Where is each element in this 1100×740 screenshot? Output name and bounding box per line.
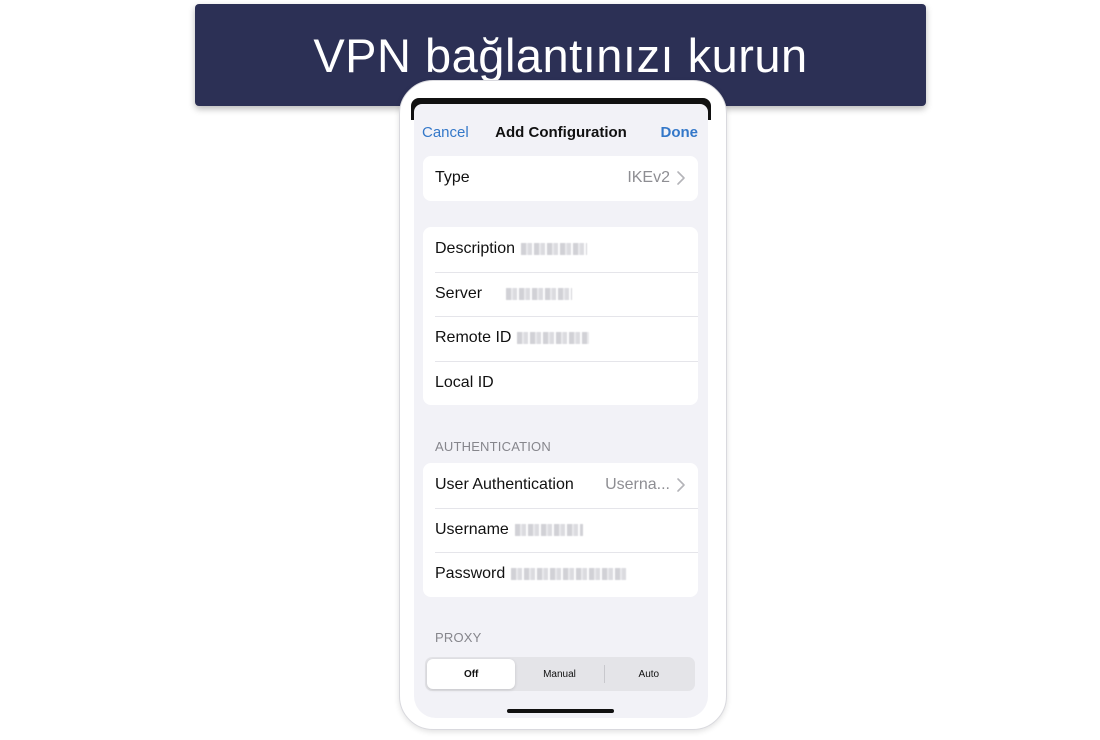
password-row[interactable]: Password <box>423 552 698 597</box>
redacted-value <box>514 523 583 536</box>
authentication-card: User Authentication Userna... Username P… <box>423 463 698 597</box>
server-row[interactable]: Server <box>423 271 698 317</box>
user-authentication-value: Userna... <box>605 476 670 494</box>
type-row[interactable]: Type IKEv2 <box>423 156 698 201</box>
server-label: Server <box>435 284 483 302</box>
username-row[interactable]: Username <box>423 507 698 553</box>
username-label: Username <box>435 520 509 538</box>
redacted-value <box>517 332 590 345</box>
chevron-right-icon <box>677 171 685 185</box>
description-label: Description <box>435 240 516 258</box>
proxy-option-auto[interactable]: Auto <box>605 659 693 689</box>
remote-id-row[interactable]: Remote ID <box>423 316 698 361</box>
banner-title: VPN bağlantınızı kurun <box>313 28 808 82</box>
user-authentication-row[interactable]: User Authentication Userna... <box>423 463 698 508</box>
connection-card: Description Server Remote ID Local ID <box>423 227 698 405</box>
redacted-value <box>521 243 588 256</box>
authentication-section-header: AUTHENTICATION <box>435 439 551 454</box>
local-id-row[interactable]: Local ID <box>423 360 698 406</box>
done-button[interactable]: Done <box>661 124 699 141</box>
proxy-option-manual[interactable]: Manual <box>515 659 603 689</box>
navigation-bar: Cancel Add Configuration Done <box>414 120 708 146</box>
chevron-right-icon <box>677 478 685 492</box>
proxy-section-header: PROXY <box>435 630 482 645</box>
type-value: IKEv2 <box>627 169 670 187</box>
redacted-value <box>511 568 628 581</box>
home-indicator <box>507 709 614 713</box>
remote-id-label: Remote ID <box>435 329 512 347</box>
user-authentication-label: User Authentication <box>435 476 574 494</box>
redacted-value <box>506 287 573 300</box>
description-row[interactable]: Description <box>423 227 698 272</box>
proxy-option-off[interactable]: Off <box>427 659 516 689</box>
vpn-config-screen: Cancel Add Configuration Done Type IKEv2… <box>414 104 708 718</box>
type-card: Type IKEv2 <box>423 156 698 201</box>
password-label: Password <box>435 565 506 583</box>
type-label: Type <box>435 169 470 187</box>
local-id-label: Local ID <box>435 373 494 391</box>
proxy-segmented-control: Off Manual Auto <box>425 657 695 691</box>
